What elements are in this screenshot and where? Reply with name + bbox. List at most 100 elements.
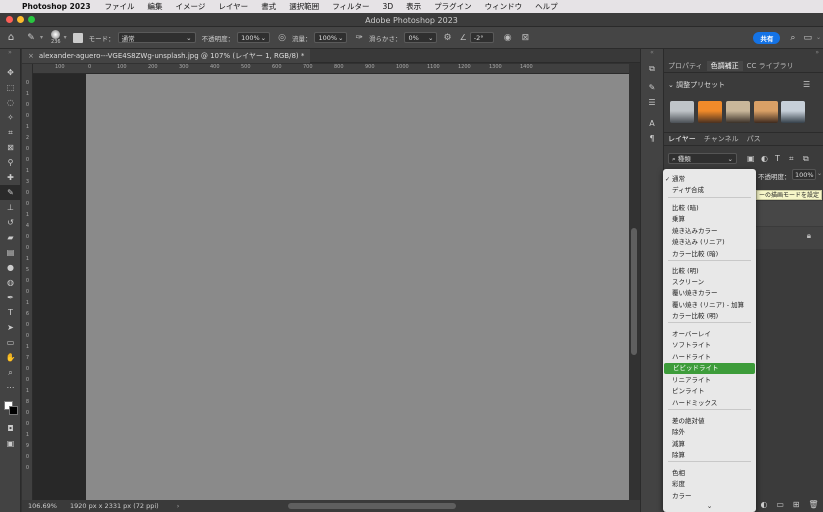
- pixel-layer-filter-icon[interactable]: ▣: [747, 154, 755, 163]
- blend-mode-option[interactable]: スクリーン: [663, 277, 756, 288]
- blend-mode-option[interactable]: 彩度: [663, 479, 756, 490]
- tab-adjustments[interactable]: 色調補正: [706, 60, 743, 71]
- chevron-down-icon[interactable]: ▾: [40, 34, 43, 41]
- blend-mode-option[interactable]: 除算: [663, 450, 756, 461]
- horizontal-ruler[interactable]: 100 0 100 200 300 400 500 600 700 800 90…: [33, 64, 629, 74]
- blend-mode-option[interactable]: ハードミックス: [663, 398, 756, 409]
- preset-thumbnail[interactable]: [754, 101, 778, 123]
- lasso-tool-icon[interactable]: ◌: [0, 95, 21, 110]
- menu-view[interactable]: 表示: [406, 1, 421, 12]
- brush-tool-icon[interactable]: ✎: [22, 33, 40, 43]
- lock-icon[interactable]: 🔒︎: [807, 231, 811, 241]
- tab-layers[interactable]: レイヤー: [664, 134, 700, 144]
- layer-row-background[interactable]: 🔒︎: [756, 227, 823, 249]
- close-icon[interactable]: ×: [28, 52, 34, 60]
- symmetry-icon[interactable]: ⊠: [522, 33, 530, 43]
- tab-channels[interactable]: チャンネル: [700, 134, 743, 144]
- pressure-opacity-icon[interactable]: ◎: [278, 33, 286, 43]
- brush-settings-icon[interactable]: [72, 32, 83, 43]
- workspace-icon[interactable]: ▭: [803, 33, 812, 43]
- menu-filter[interactable]: フィルター: [332, 1, 369, 12]
- character-panel-icon[interactable]: A: [641, 116, 663, 131]
- blend-mode-option[interactable]: 覆い焼きカラー: [663, 288, 756, 299]
- blend-mode-option[interactable]: オーバーレイ: [663, 329, 756, 340]
- blend-mode-option[interactable]: 差の絶対値: [663, 416, 756, 427]
- frame-tool-icon[interactable]: ⊠: [0, 140, 21, 155]
- blend-mode-option[interactable]: 焼き込みカラー: [663, 226, 756, 237]
- gradient-tool-icon[interactable]: ▤: [0, 245, 21, 260]
- menu-type[interactable]: 書式: [261, 1, 276, 12]
- panel-expand-icon[interactable]: «: [641, 49, 663, 59]
- blend-mode-menu[interactable]: ✓ 通常 ディザ合成 比較 (暗) 乗算 焼き込みカラー 焼き込み (リニア) カラー比較 (…: [663, 169, 756, 512]
- document-tab[interactable]: × alexander-aguero---VGE4S8ZWg-unsplash.…: [22, 48, 311, 63]
- menu-help[interactable]: ヘルプ: [535, 1, 558, 12]
- history-brush-tool-icon[interactable]: ↺: [0, 215, 21, 230]
- path-select-tool-icon[interactable]: ➤: [0, 320, 21, 335]
- blend-mode-option[interactable]: ピンライト: [663, 386, 756, 397]
- layer-filter-dropdown[interactable]: ⌕ 種類 ⌄: [668, 153, 737, 164]
- share-button[interactable]: 共有: [753, 31, 781, 44]
- chevron-right-icon[interactable]: ›: [177, 502, 180, 510]
- zoom-tool-icon[interactable]: ⌕: [0, 365, 21, 380]
- gear-icon[interactable]: ⚙: [443, 33, 451, 43]
- blend-mode-option[interactable]: ✓ 通常: [663, 174, 756, 185]
- screen-mode-icon[interactable]: ▣: [0, 436, 21, 451]
- list-view-icon[interactable]: ☰: [803, 80, 810, 89]
- eraser-tool-icon[interactable]: ▰: [0, 230, 21, 245]
- color-swatches[interactable]: [0, 395, 20, 421]
- preset-thumbnail[interactable]: [670, 101, 694, 123]
- menu-select[interactable]: 選択範囲: [289, 1, 319, 12]
- quick-mask-icon[interactable]: ◘: [0, 421, 21, 436]
- brush-preset-picker[interactable]: 236: [51, 30, 61, 45]
- smoothing-field[interactable]: 0% ⌄: [404, 32, 438, 43]
- dodge-tool-icon[interactable]: ◍: [0, 275, 21, 290]
- tab-cc-libraries[interactable]: CC ライブラリ: [743, 61, 798, 71]
- adjust-panel-icon[interactable]: ☰: [641, 95, 663, 110]
- type-layer-filter-icon[interactable]: T: [775, 154, 780, 163]
- blend-mode-option[interactable]: リニアライト: [663, 375, 756, 386]
- blend-mode-option[interactable]: 覆い焼き (リニア) - 加算: [663, 300, 756, 311]
- vertical-ruler[interactable]: 0 1 0 0 1 2 0 0 1 3 0 0 1 4 0 0 1 5 0 0 1 6 0 0 1 7 0 0 1 8 0 0 1 9 0 0: [22, 64, 33, 500]
- blend-mode-option[interactable]: 比較 (明): [663, 266, 756, 277]
- move-tool-icon[interactable]: ✥: [0, 65, 21, 80]
- blend-mode-option[interactable]: ディザ合成: [663, 185, 756, 196]
- chevron-down-icon[interactable]: ⌄: [817, 170, 822, 177]
- brush-settings-panel-icon[interactable]: ✎: [641, 80, 663, 95]
- menu-3d[interactable]: 3D: [383, 2, 394, 11]
- airbrush-icon[interactable]: ✑: [355, 33, 363, 43]
- hand-tool-icon[interactable]: ✋: [0, 350, 21, 365]
- menu-layer[interactable]: レイヤー: [218, 1, 248, 12]
- new-layer-icon[interactable]: ⊞: [793, 500, 800, 509]
- chevron-down-icon[interactable]: ⌄: [816, 34, 821, 41]
- tab-paths[interactable]: パス: [743, 134, 765, 144]
- brush-tool-icon[interactable]: ✎: [0, 185, 21, 200]
- quick-select-tool-icon[interactable]: ✧: [0, 110, 21, 125]
- home-icon[interactable]: ⌂: [0, 32, 22, 43]
- preset-thumbnail[interactable]: [726, 101, 750, 123]
- preset-thumbnail[interactable]: [781, 101, 805, 123]
- mode-dropdown[interactable]: 通常 ⌄: [117, 32, 196, 43]
- tab-properties[interactable]: プロパティ: [664, 61, 707, 71]
- blend-mode-option[interactable]: カラー比較 (明): [663, 311, 756, 322]
- blend-mode-option[interactable]: 減算: [663, 439, 756, 450]
- chevron-down-icon[interactable]: ▾: [64, 34, 67, 41]
- panel-collapse-icon[interactable]: »: [664, 49, 823, 59]
- blend-mode-option[interactable]: ビビッドライト: [664, 363, 755, 374]
- layer-row[interactable]: [756, 201, 823, 226]
- menu-image[interactable]: イメージ: [176, 1, 206, 12]
- paragraph-panel-icon[interactable]: ¶: [641, 131, 663, 146]
- eyedropper-tool-icon[interactable]: ⚲: [0, 155, 21, 170]
- crop-tool-icon[interactable]: ⌗: [0, 125, 21, 140]
- zoom-level[interactable]: 106.69%: [28, 502, 62, 510]
- blend-mode-option[interactable]: カラー: [663, 491, 756, 502]
- menu-plugins[interactable]: プラグイン: [434, 1, 472, 12]
- pressure-size-icon[interactable]: ◉: [504, 33, 512, 43]
- rectangle-tool-icon[interactable]: ▭: [0, 335, 21, 350]
- shape-layer-filter-icon[interactable]: ⌗: [789, 154, 794, 164]
- blur-tool-icon[interactable]: ●: [0, 260, 21, 275]
- horizontal-scroll-thumb[interactable]: [288, 503, 456, 509]
- history-panel-icon[interactable]: ⧉: [641, 61, 663, 76]
- blend-mode-option[interactable]: 除外: [663, 427, 756, 438]
- blend-mode-option[interactable]: カラー比較 (暗): [663, 249, 756, 260]
- blend-mode-option[interactable]: ソフトライト: [663, 340, 756, 351]
